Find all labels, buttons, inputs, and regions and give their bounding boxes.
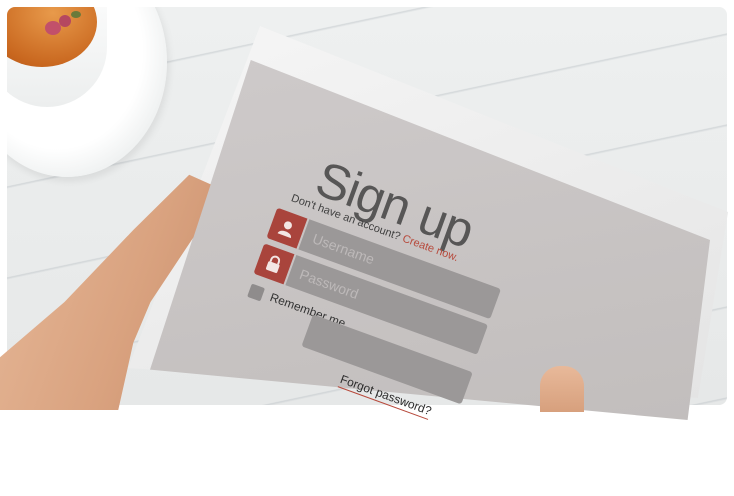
tea-petal — [59, 15, 71, 27]
right-thumb — [540, 366, 584, 412]
tea-leaf — [71, 11, 81, 18]
remember-checkbox[interactable] — [247, 283, 266, 302]
